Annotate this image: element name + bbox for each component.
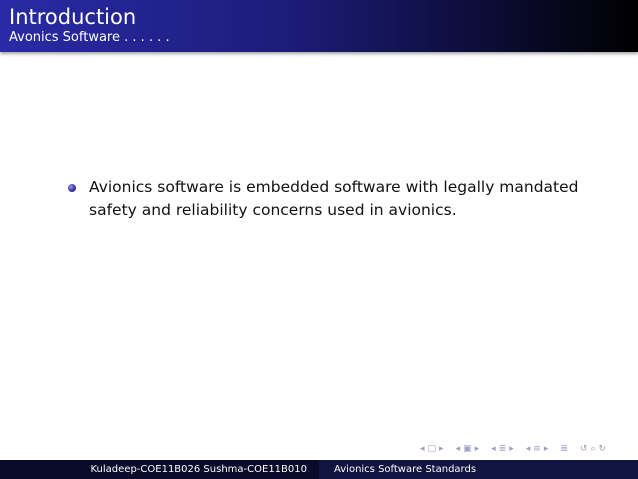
footer-title: Avionics Software Standards bbox=[319, 460, 638, 479]
nav-left-arrow-icon[interactable]: ◂ bbox=[526, 443, 531, 455]
footer-authors: Kuladeep-COE11B026 Sushma-COE11B010 bbox=[0, 460, 319, 479]
nav-frame-icon[interactable]: □ bbox=[428, 443, 437, 455]
nav-right-arrow-icon[interactable]: ▸ bbox=[439, 443, 444, 455]
nav-left-arrow-icon[interactable]: ◂ bbox=[420, 443, 425, 455]
bullet-item: Avionics software is embedded software w… bbox=[68, 176, 608, 222]
nav-left-arrow-icon[interactable]: ◂ bbox=[456, 443, 461, 455]
nav-left-arrow-icon[interactable]: ◂ bbox=[491, 443, 496, 455]
slide-footer: Kuladeep-COE11B026 Sushma-COE11B010 Avio… bbox=[0, 460, 638, 479]
beamer-navigation: ◂ □ ▸ ◂ ▣ ▸ ◂ ≣ ▸ ◂ ≡ ▸ ≣ ↺ ⌕ ↻ bbox=[420, 442, 606, 456]
slide-subtitle: Avonics Software . . . . . . bbox=[9, 30, 170, 45]
bullet-text: Avionics software is embedded software w… bbox=[89, 178, 579, 219]
nav-right-arrow-icon[interactable]: ▸ bbox=[475, 443, 480, 455]
nav-section-icon[interactable]: ≣ bbox=[499, 443, 507, 455]
nav-document-icon[interactable]: ≡ bbox=[533, 443, 541, 455]
nav-forward-icon[interactable]: ↻ bbox=[599, 443, 607, 455]
nav-right-arrow-icon[interactable]: ▸ bbox=[544, 443, 549, 455]
nav-search-icon[interactable]: ⌕ bbox=[590, 443, 595, 455]
slide-title: Introduction bbox=[9, 5, 137, 29]
nav-subsection-icon[interactable]: ▣ bbox=[463, 443, 472, 455]
nav-back-icon[interactable]: ↺ bbox=[580, 443, 588, 455]
slide-header: Introduction Avonics Software . . . . . … bbox=[0, 0, 638, 52]
nav-right-arrow-icon[interactable]: ▸ bbox=[509, 443, 514, 455]
nav-align-icon[interactable]: ≣ bbox=[560, 443, 568, 455]
bullet-icon bbox=[68, 184, 76, 192]
slide-content: Avionics software is embedded software w… bbox=[68, 176, 608, 222]
